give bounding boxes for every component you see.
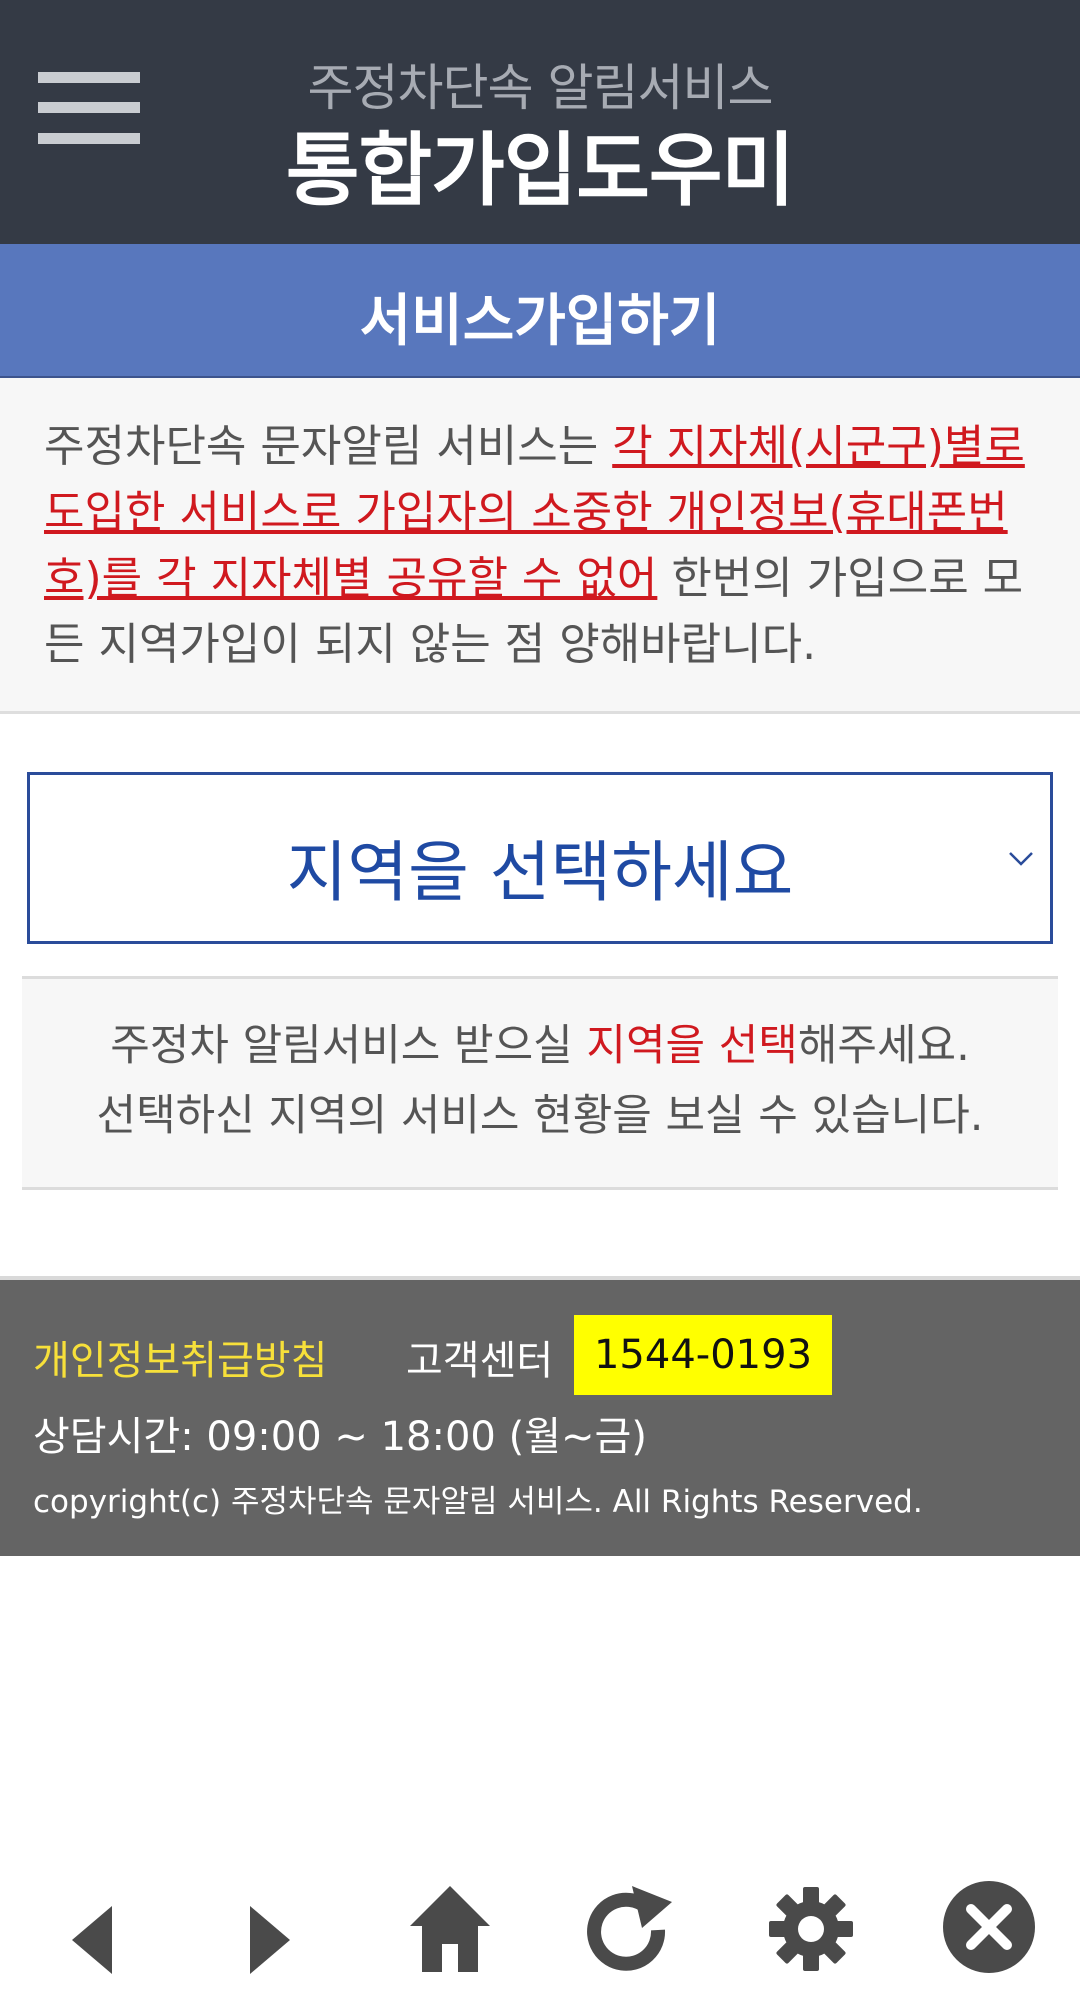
info-text: 주정차 알림서비스 받으실 xyxy=(110,1021,587,1071)
chevron-down-icon xyxy=(1008,845,1034,871)
forward-icon[interactable] xyxy=(242,1900,302,1980)
bottom-nav-bar xyxy=(0,1860,1080,2006)
footer: 개인정보취급방침 고객센터 1544-0193 상담시간: 09:00 ~ 18… xyxy=(0,1276,1080,1556)
app-header: 주정차단속 알림서비스 통합가입도우미 xyxy=(0,0,1080,244)
privacy-policy-link[interactable]: 개인정보취급방침 xyxy=(33,1328,327,1386)
tab-title: 서비스가입하기 xyxy=(359,289,721,354)
notice-box: 주정차단속 문자알림 서비스는 각 지자체(시군구)별로 도입한 서비스로 가입… xyxy=(0,378,1080,714)
close-icon[interactable] xyxy=(942,1880,1036,1974)
header-title: 통합가입도우미 xyxy=(285,124,795,217)
notice-text: 주정차단속 문자알림 서비스는 xyxy=(44,421,613,472)
settings-icon[interactable] xyxy=(768,1886,854,1972)
copyright: copyright(c) 주정차단속 문자알림 서비스. All Rights … xyxy=(33,1484,923,1520)
region-select[interactable]: 지역을 선택하세요 xyxy=(27,772,1053,944)
region-info-box: 주정차 알림서비스 받으실 지역을 선택해주세요. 선택하신 지역의 서비스 현… xyxy=(22,976,1058,1190)
info-highlight: 지역을 선택 xyxy=(586,1021,798,1071)
info-line-2: 선택하신 지역의 서비스 현황을 보실 수 있습니다. xyxy=(96,1091,984,1141)
region-select-label: 지역을 선택하세요 xyxy=(286,834,794,911)
home-icon[interactable] xyxy=(408,1882,492,1976)
info-text-end: 해주세요. xyxy=(797,1021,970,1071)
back-icon[interactable] xyxy=(64,1900,124,1980)
customer-center-label: 고객센터 xyxy=(406,1338,554,1384)
info-line-1: 주정차 알림서비스 받으실 지역을 선택해주세요. xyxy=(22,1011,1058,1081)
consultation-hours: 상담시간: 09:00 ~ 18:00 (월~금) xyxy=(33,1414,647,1460)
customer-center-phone[interactable]: 1544-0193 xyxy=(574,1315,832,1395)
refresh-icon[interactable] xyxy=(580,1884,676,1980)
section-tab: 서비스가입하기 xyxy=(0,244,1080,378)
